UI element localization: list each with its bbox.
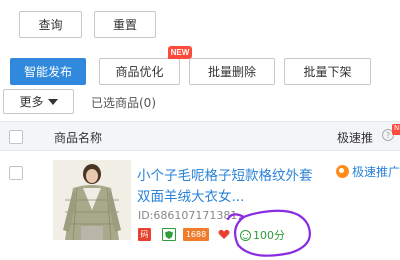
product-optimize-button[interactable]: 商品优化 <box>99 58 180 85</box>
size-tag-icon: 码 <box>138 228 151 241</box>
new-badge: NEW <box>168 46 192 59</box>
more-label: 更多 <box>19 95 44 109</box>
product-title-link-continued[interactable]: 双面羊绒大衣女... <box>137 185 244 205</box>
product-thumbnail[interactable] <box>53 160 131 240</box>
reset-button[interactable]: 重置 <box>94 11 156 38</box>
batch-delete-button[interactable]: 批量删除 <box>189 58 275 85</box>
caret-down-icon <box>47 98 58 105</box>
smart-publish-button[interactable]: 智能发布 <box>10 58 86 85</box>
speed-promo-link[interactable]: 极速推广 <box>336 163 400 180</box>
column-new-badge: NEW <box>392 124 400 135</box>
row-checkbox[interactable] <box>9 166 23 180</box>
product-title-link[interactable]: 小个子毛呢格子短款格纹外套 <box>137 164 313 184</box>
batch-offshelf-button[interactable]: 批量下架 <box>284 58 371 85</box>
column-product-name: 商品名称 <box>54 131 103 145</box>
selected-count: 已选商品(0) <box>91 96 156 110</box>
shield-icon <box>162 228 176 241</box>
rocket-icon <box>336 165 349 178</box>
select-all-checkbox[interactable] <box>9 130 23 144</box>
speed-promo-label: 极速推广 <box>352 165 400 179</box>
annotation-circle <box>226 209 311 257</box>
query-button[interactable]: 查询 <box>19 11 82 38</box>
more-dropdown-button[interactable]: 更多 <box>3 89 74 114</box>
column-speed-promo: 极速推 <box>337 131 374 145</box>
source-1688-tag: 1688 <box>183 228 209 241</box>
